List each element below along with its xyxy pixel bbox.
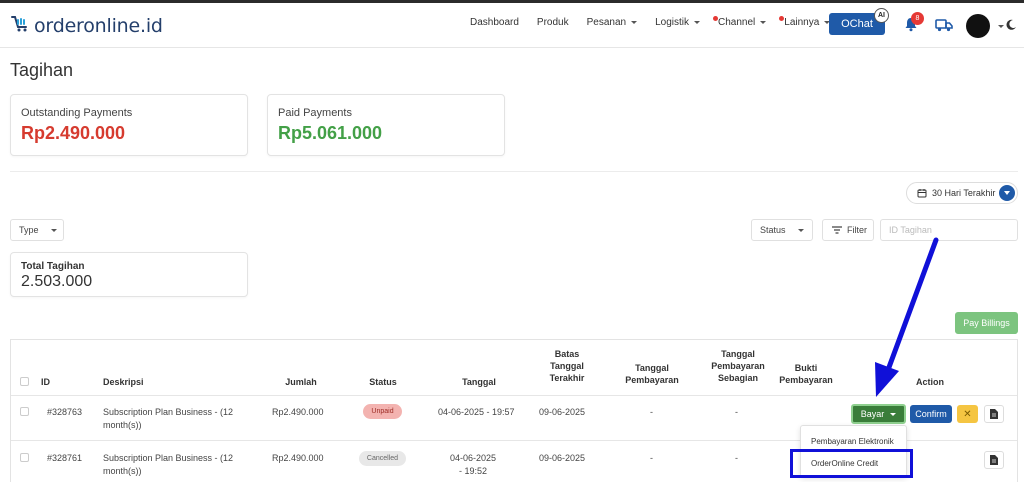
paid-label: Paid Payments [278, 107, 352, 119]
row-partial-date: - [735, 407, 738, 417]
bayar-button[interactable]: Bayar [851, 404, 906, 424]
outstanding-payments-card: Outstanding Payments Rp2.490.000 [10, 94, 248, 156]
notification-badge: 8 [911, 12, 924, 25]
logo[interactable]: orderonline.id [10, 13, 163, 38]
chevron-down-icon [631, 21, 638, 24]
row-checkbox[interactable] [20, 453, 29, 462]
select-all-checkbox[interactable] [20, 377, 29, 386]
type-select[interactable]: Type [10, 219, 64, 241]
document-icon [990, 455, 998, 465]
th-due: Batas Tanggal Terakhir [549, 349, 585, 383]
row-date: 04-06-2025 - 19:52 [449, 453, 497, 476]
logo-text: orderonline.id [34, 14, 163, 37]
pay-billings-button[interactable]: Pay Billings [955, 312, 1018, 334]
nav-item-lainnya[interactable]: Lainnya [779, 16, 831, 28]
nav-item-channel[interactable]: Channel [713, 16, 767, 28]
paid-value: Rp5.061.000 [278, 123, 383, 143]
date-range-picker[interactable]: 30 Hari Terakhir [906, 182, 1018, 204]
cart-logo-icon [10, 13, 30, 38]
total-tagihan-card: Total Tagihan 2.503.000 [10, 252, 248, 297]
document-icon [990, 409, 998, 419]
chevron-down-icon [890, 412, 897, 416]
chevron-down-icon [760, 21, 767, 24]
truck-icon[interactable] [935, 18, 953, 37]
row-partial-date: - [735, 453, 738, 463]
invoice-button[interactable] [984, 405, 1004, 423]
th-partial-date: Tanggal Pembayaran Sebagian [711, 349, 765, 383]
chevron-down-icon [50, 228, 57, 232]
row-divider [11, 395, 1017, 396]
th-date: Tanggal [462, 377, 496, 387]
row-amount: Rp2.490.000 [272, 407, 324, 417]
nav-item-pesanan[interactable]: Pesanan [587, 17, 638, 28]
navbar: orderonline.id Dashboard Produk Pesanan … [0, 3, 1024, 48]
row-amount: Rp2.490.000 [272, 453, 324, 463]
cancel-button[interactable]: ✕ [957, 405, 978, 423]
outstanding-value: Rp2.490.000 [21, 123, 126, 143]
divider [10, 171, 1018, 172]
row-due: 09-06-2025 [539, 407, 586, 417]
invoice-button[interactable] [984, 451, 1004, 469]
nav-menu: Dashboard Produk Pesanan Logistik Channe… [470, 16, 848, 28]
th-proof: Bukti Pembayaran [779, 363, 833, 385]
total-value: 2.503.000 [21, 273, 93, 290]
calendar-icon [917, 188, 927, 198]
row-paid-date: - [650, 453, 653, 463]
row-desc: Subscription Plan Business - (12 month(s… [103, 453, 234, 476]
nav-item-dashboard[interactable]: Dashboard [470, 17, 519, 28]
row-id[interactable]: #328763 [47, 406, 82, 419]
row-desc: Subscription Plan Business - (12 month(s… [103, 407, 234, 430]
chevron-down-icon [797, 228, 804, 232]
annotation-highlight-box [790, 449, 913, 478]
outstanding-label: Outstanding Payments [21, 107, 133, 119]
total-label: Total Tagihan [21, 261, 85, 272]
chevron-down-icon [694, 21, 700, 24]
row-id[interactable]: #328761 [47, 452, 82, 465]
menu-item-pembayaran-elektronik[interactable]: Pembayaran Elektronik [811, 437, 894, 446]
th-paid-date: Tanggal Pembayaran [625, 363, 679, 385]
th-desc: Deskripsi [103, 377, 144, 387]
ai-badge: AI [874, 8, 889, 23]
th-id: ID [41, 377, 50, 387]
chevron-down-icon[interactable] [999, 185, 1015, 201]
status-badge: Unpaid [363, 404, 402, 419]
new-indicator-dot [713, 16, 718, 21]
page-title: Tagihan [10, 60, 74, 80]
row-date: 04-06-2025 - 19:57 [438, 407, 515, 417]
confirm-button[interactable]: Confirm [910, 405, 952, 423]
nav-item-produk[interactable]: Produk [537, 17, 569, 28]
row-checkbox[interactable] [20, 407, 29, 416]
row-due: 09-06-2025 [539, 453, 586, 463]
status-badge: Cancelled [359, 451, 406, 466]
status-select[interactable]: Status [751, 219, 813, 241]
date-range-label: 30 Hari Terakhir [932, 188, 996, 198]
th-action: Action [916, 377, 944, 387]
avatar[interactable] [966, 14, 990, 38]
paid-payments-card: Paid Payments Rp5.061.000 [267, 94, 505, 156]
nav-item-logistik[interactable]: Logistik [655, 17, 700, 28]
search-input[interactable]: ID Tagihan [880, 219, 1018, 241]
th-status: Status [369, 377, 397, 387]
th-amount: Jumlah [285, 377, 317, 387]
row-paid-date: - [650, 407, 653, 417]
filter-button[interactable]: Filter [822, 219, 874, 241]
filter-icon [832, 226, 842, 234]
chevron-down-icon[interactable] [998, 25, 1004, 28]
moon-icon[interactable] [1005, 18, 1017, 36]
